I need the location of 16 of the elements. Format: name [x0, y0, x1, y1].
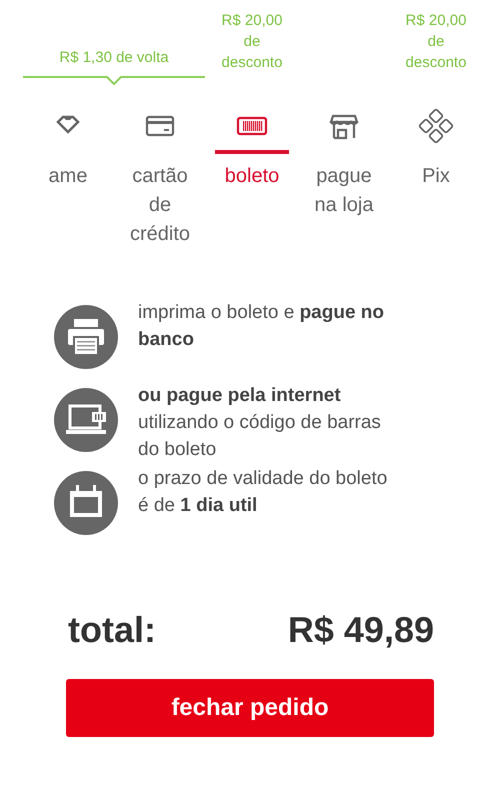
payment-tab[interactable]: pague na loja: [298, 108, 390, 249]
payment-tab[interactable]: boleto: [206, 108, 298, 249]
pix-icon: [418, 108, 454, 144]
instruction-text: imprima o boleto e pague no banco: [138, 301, 386, 352]
total-value: R$ 49,89: [288, 609, 434, 651]
printer-icon: [54, 305, 118, 369]
payment-tab[interactable]: cartão de crédito: [114, 108, 206, 249]
total-label: total:: [68, 609, 156, 651]
payment-tab[interactable]: Pix: [390, 108, 482, 249]
laptop-icon: [54, 388, 118, 452]
discount-label: R$ 20,00 de desconto: [220, 11, 284, 73]
calendar-icon: [54, 471, 118, 535]
payment-tab[interactable]: ame: [22, 108, 114, 249]
discount-label: R$ 20,00 de desconto: [404, 11, 468, 73]
place-order-button[interactable]: fechar pedido: [66, 679, 434, 737]
instruction-text: o prazo de validade do boleto é de 1 dia util: [138, 467, 388, 518]
